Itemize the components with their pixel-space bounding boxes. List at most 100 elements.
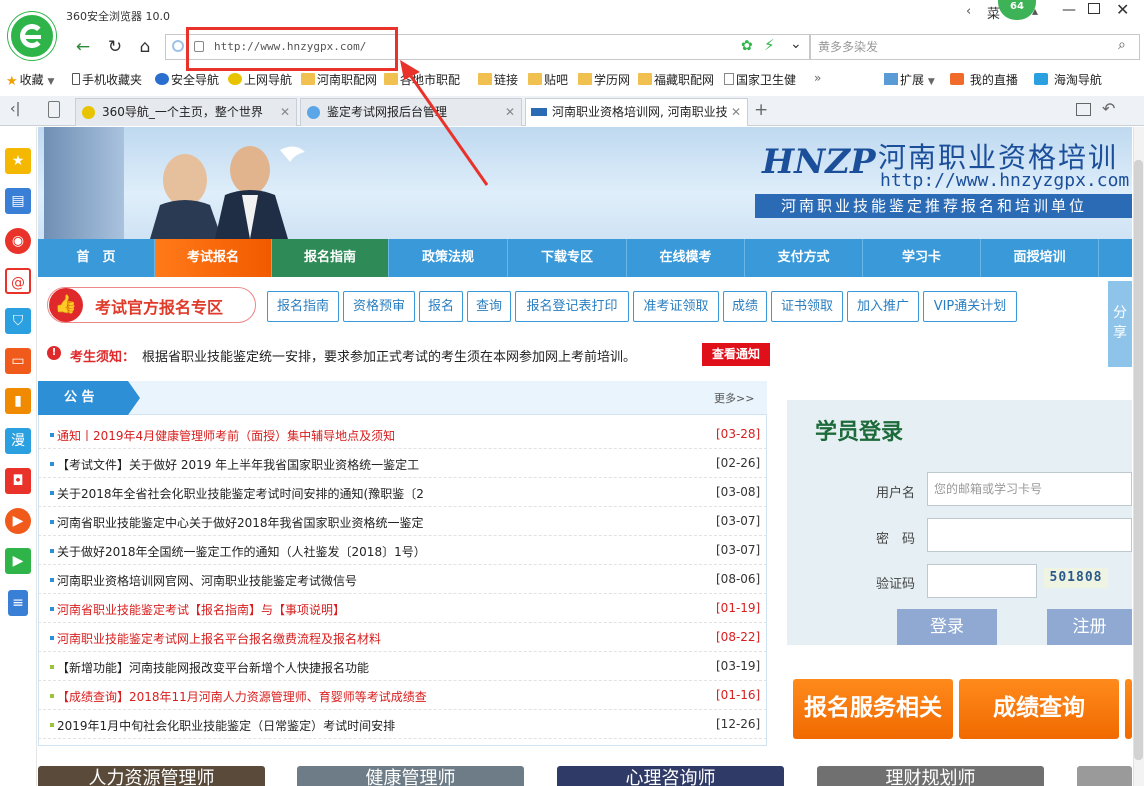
close-button[interactable]: ✕ <box>1116 0 1129 19</box>
bookmark-folder[interactable]: 福藏职配网 <box>638 71 714 88</box>
bookmark-folder[interactable]: 各地市职配 <box>384 71 460 88</box>
bookmark-live[interactable]: 我的直播 <box>950 71 1018 88</box>
view-notice-button[interactable]: 查看通知 <box>702 343 770 366</box>
mobile-view-icon[interactable] <box>48 101 60 118</box>
tab-scroll-left-icon[interactable]: ‹| <box>10 101 20 117</box>
tab-hnzp-active[interactable]: 河南职业资格培训网, 河南职业技 ✕ <box>525 98 748 126</box>
course-health-card[interactable]: 健康管理师 <box>297 766 524 786</box>
course-partial-card[interactable] <box>1077 766 1132 786</box>
notes-icon[interactable]: ≡ <box>8 590 28 616</box>
course-hr-card[interactable]: 人力资源管理师 <box>38 766 265 786</box>
bookmark-folder[interactable]: 贴吧 <box>528 71 568 88</box>
site-logo[interactable]: HNZP <box>762 142 876 182</box>
announcement-link[interactable]: 【新增功能】河南技能网报改变平台新增个人快捷报名功能 <box>57 659 707 676</box>
share-button[interactable]: 分享 <box>1108 281 1132 367</box>
bookmark-folder[interactable]: 学历网 <box>578 71 630 88</box>
bookmark-mobile[interactable]: 手机收藏夹 <box>72 71 142 88</box>
reload-button[interactable]: ↻ <box>104 35 126 59</box>
bookmark-safe-nav[interactable]: 安全导航 <box>155 71 219 88</box>
nav-exam-signup[interactable]: 考试报名 <box>155 239 272 277</box>
search-icon[interactable]: ⌕ <box>1118 37 1126 53</box>
book-icon[interactable]: ▮ <box>5 388 31 414</box>
bookmark-folder[interactable]: 链接 <box>478 71 518 88</box>
announcement-link[interactable]: 河南职业资格培训网官网、河南职业技能鉴定考试微信号 <box>57 572 707 589</box>
score-button[interactable]: 成绩 <box>723 291 767 322</box>
nav-payment[interactable]: 支付方式 <box>745 239 863 277</box>
nav-guide[interactable]: 报名指南 <box>272 239 389 277</box>
home-button[interactable]: ⌂ <box>134 35 156 59</box>
restore-closed-tab-icon[interactable]: ↶ <box>1102 99 1115 118</box>
promo-partial-button[interactable] <box>1125 679 1132 739</box>
username-input[interactable]: 您的邮箱或学习卡号 <box>927 472 1132 506</box>
certificate-button[interactable]: 证书领取 <box>771 291 843 322</box>
speed-icon[interactable]: ⚡ <box>764 36 775 54</box>
bookmark-folder[interactable]: 河南职配网 <box>301 71 377 88</box>
login-button[interactable]: 登录 <box>897 609 997 645</box>
comic-icon[interactable]: 漫 <box>5 428 31 454</box>
print-form-button[interactable]: 报名登记表打印 <box>515 291 629 322</box>
bookmark-web-nav[interactable]: 上网导航 <box>228 71 292 88</box>
announcement-link[interactable]: 2019年1月中旬社会化职业技能鉴定（日常鉴定）考试时间安排 <box>57 717 707 734</box>
nav-policy[interactable]: 政策法规 <box>389 239 508 277</box>
tab-admin[interactable]: 鉴定考试网报后台管理 ✕ <box>300 98 522 126</box>
skin-icon[interactable]: ▴ <box>1032 4 1038 18</box>
live-icon[interactable]: ▶ <box>5 548 31 574</box>
tab-close-icon[interactable]: ✕ <box>731 99 741 125</box>
tv-icon[interactable]: ▭ <box>5 348 31 374</box>
pre-review-button[interactable]: 资格预审 <box>343 291 415 322</box>
nav-downloads[interactable]: 下载专区 <box>508 239 627 277</box>
announcement-link[interactable]: 河南职业技能鉴定考试网上报名平台报名缴费流程及报名材料 <box>57 630 707 647</box>
signup-button[interactable]: 报名 <box>419 291 463 322</box>
compat-mode-icon[interactable]: ✿ <box>741 38 753 54</box>
announcement-link[interactable]: 关于做好2018年全国统一鉴定工作的通知（人社鉴发〔2018〕1号） <box>57 543 707 560</box>
tab-360-nav[interactable]: 360导航_一个主页，整个世界 ✕ <box>75 98 297 126</box>
tab-list-icon[interactable] <box>1076 103 1091 116</box>
register-button[interactable]: 注册 <box>1047 609 1132 645</box>
news-icon[interactable]: ▤ <box>5 188 31 214</box>
admission-ticket-button[interactable]: 准考证领取 <box>633 291 719 322</box>
tab-close-icon[interactable]: ✕ <box>505 99 515 125</box>
captcha-image[interactable]: 501808 <box>1044 568 1108 588</box>
password-input[interactable] <box>927 518 1132 552</box>
bookmark-favorites[interactable]: ★ 收藏 ▼ <box>6 71 54 89</box>
query-button[interactable]: 查询 <box>467 291 511 322</box>
video-icon[interactable]: ▶ <box>5 508 31 534</box>
bookmark-page[interactable]: 国家卫生健 <box>724 71 796 88</box>
scrollbar-thumb[interactable] <box>1134 160 1143 760</box>
announcement-link[interactable]: 【考试文件】关于做好 2019 年上半年我省国家职业资格统一鉴定工 <box>57 456 707 473</box>
captcha-input[interactable] <box>927 564 1037 598</box>
score-query-button[interactable]: 成绩查询 <box>959 679 1119 739</box>
more-bookmarks-icon[interactable]: » <box>814 71 821 85</box>
maximize-button[interactable] <box>1088 3 1100 14</box>
announcement-link[interactable]: 关于2018年全省社会化职业技能鉴定考试时间安排的通知(豫职鉴〔2 <box>57 485 707 502</box>
new-tab-button[interactable]: + <box>754 100 768 120</box>
email-icon[interactable]: @ <box>5 268 31 294</box>
nav-training[interactable]: 面授培训 <box>981 239 1099 277</box>
course-finance-card[interactable]: 理财规划师 <box>817 766 1044 786</box>
tab-close-icon[interactable]: ✕ <box>280 99 290 125</box>
exam-guide-button[interactable]: 报名指南 <box>267 291 339 322</box>
shopping-icon[interactable]: ⛉ <box>5 308 31 334</box>
announcement-link[interactable]: 【成绩查询】2018年11月河南人力资源管理师、育婴师等考试成绩查 <box>57 688 707 705</box>
nav-online-exam[interactable]: 在线模考 <box>627 239 745 277</box>
nav-study-card[interactable]: 学习卡 <box>863 239 981 277</box>
nav-home[interactable]: 首 页 <box>38 239 155 277</box>
announcement-link[interactable]: 河南省职业技能鉴定中心关于做好2018年我省国家职业资格统一鉴定 <box>57 514 707 531</box>
announcement-link[interactable]: 通知丨2019年4月健康管理师考前（面授）集中辅导地点及须知 <box>57 427 707 444</box>
vip-plan-button[interactable]: VIP通关计划 <box>923 291 1017 322</box>
weibo-icon[interactable]: ◉ <box>5 228 31 254</box>
bookmark-haitao[interactable]: 海淘导航 <box>1034 71 1102 88</box>
extensions-button[interactable]: 扩展 ▼ <box>884 71 935 88</box>
promotion-button[interactable]: 加入推广 <box>847 291 919 322</box>
url-dropdown-icon[interactable]: ⌄ <box>790 36 802 52</box>
announcement-link[interactable]: 河南省职业技能鉴定考试【报名指南】与【事项说明】 <box>57 601 707 618</box>
back-chevron-icon[interactable]: ‹ <box>966 4 971 19</box>
signup-service-button[interactable]: 报名服务相关 <box>793 679 953 739</box>
favorites-star-icon[interactable]: ★ <box>5 148 31 174</box>
search-placeholder[interactable]: 黄多多染发 <box>818 38 878 55</box>
minimize-button[interactable]: — <box>1062 2 1076 18</box>
more-link[interactable]: 更多>> <box>714 390 754 406</box>
course-psych-card[interactable]: 心理咨询师 <box>557 766 784 786</box>
back-button[interactable]: ← <box>72 35 94 59</box>
game-icon[interactable]: ◘ <box>5 468 31 494</box>
